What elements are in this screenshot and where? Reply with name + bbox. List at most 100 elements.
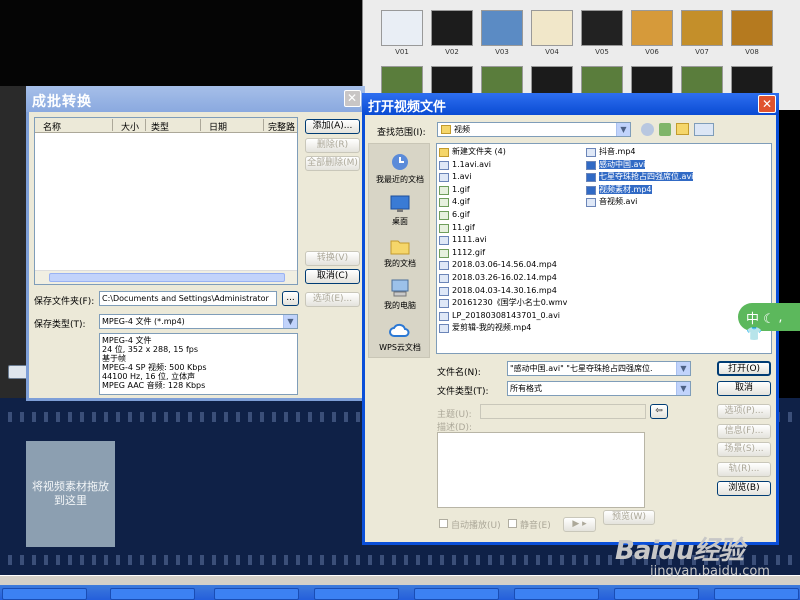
- description-box[interactable]: [437, 432, 645, 508]
- place-wps-cloud[interactable]: WPS云文档: [369, 320, 431, 353]
- media-thumbnail[interactable]: [631, 10, 673, 46]
- mute-checkbox[interactable]: [508, 519, 517, 528]
- scene-button[interactable]: 场景(S)...: [717, 442, 771, 457]
- file-item[interactable]: 新建文件夹 (4): [438, 146, 506, 158]
- col-type[interactable]: 类型: [151, 120, 169, 133]
- add-button[interactable]: 添加(A)...: [305, 119, 360, 134]
- col-path[interactable]: 完整路: [268, 120, 295, 133]
- look-in-select[interactable]: 视频 ▼: [437, 122, 631, 137]
- file-item[interactable]: 爱剪辑-我的视频.mp4: [438, 322, 531, 334]
- play-button[interactable]: ▶ ▸: [563, 517, 596, 532]
- batch-file-list[interactable]: 名称 大小 类型 日期 完整路: [34, 117, 298, 285]
- taskbar-item[interactable]: [110, 588, 195, 600]
- media-thumbnail[interactable]: [431, 10, 473, 46]
- chevron-down-icon[interactable]: ▼: [283, 315, 297, 328]
- col-size[interactable]: 大小: [121, 120, 139, 133]
- place-my-computer[interactable]: 我的电脑: [369, 278, 431, 311]
- horizontal-scrollbar[interactable]: [35, 270, 297, 284]
- delete-all-button[interactable]: 全部删除(M): [305, 156, 360, 171]
- place-desktop[interactable]: 桌面: [369, 194, 431, 227]
- file-item[interactable]: 2018.03.26-16.02.14.mp4: [438, 272, 557, 284]
- preview-button[interactable]: 预览(W): [603, 510, 655, 525]
- col-date[interactable]: 日期: [209, 120, 227, 133]
- file-item[interactable]: 20161230《国学小名士0.wmv: [438, 297, 567, 309]
- cancel-button[interactable]: 取消: [717, 381, 771, 396]
- file-item[interactable]: 1111.avi: [438, 234, 487, 246]
- col-name[interactable]: 名称: [43, 120, 61, 133]
- media-thumbnail[interactable]: [731, 10, 773, 46]
- taskbar-item[interactable]: [314, 588, 399, 600]
- filename-field[interactable]: "感动中国.avi" "七星夺珠抢占四强席位. ▼: [507, 361, 691, 376]
- file-item[interactable]: 6.gif: [438, 209, 470, 221]
- taskbar-item[interactable]: [2, 588, 87, 600]
- save-type-select[interactable]: MPEG-4 文件 (*.mp4) ▼: [99, 314, 298, 329]
- options-button[interactable]: 选项(P)...: [717, 404, 771, 419]
- browse-button[interactable]: 浏览(B): [717, 481, 771, 496]
- file-item[interactable]: 11.gif: [438, 222, 475, 234]
- drop-zone[interactable]: 将视频素材拖放到这里: [26, 441, 115, 547]
- close-icon[interactable]: ✕: [344, 90, 361, 107]
- delete-button[interactable]: 删除(R): [305, 138, 360, 153]
- file-item[interactable]: 音视频.avi: [585, 196, 637, 208]
- scroll-thumb[interactable]: [49, 273, 285, 282]
- autoplay-checkbox[interactable]: [439, 519, 448, 528]
- back-icon[interactable]: [641, 123, 654, 136]
- file-name: 1112.gif: [452, 247, 486, 257]
- file-item[interactable]: 1.1avi.avi: [438, 159, 491, 171]
- file-item[interactable]: 1112.gif: [438, 247, 485, 259]
- file-name: 6.gif: [452, 210, 470, 219]
- image-file-icon: [439, 223, 449, 233]
- up-folder-icon[interactable]: [659, 123, 671, 136]
- taskbar-item[interactable]: [414, 588, 499, 600]
- save-folder-field[interactable]: C:\Documents and Settings\Administrator: [99, 291, 277, 306]
- browse-folder-button[interactable]: ...: [282, 291, 299, 306]
- close-icon[interactable]: ✕: [758, 95, 776, 113]
- taskbar-item[interactable]: [514, 588, 599, 600]
- file-item[interactable]: 1.gif: [438, 184, 470, 196]
- chevron-down-icon[interactable]: ▼: [676, 382, 690, 395]
- thumbnail-label: V05: [595, 48, 609, 56]
- track-button[interactable]: 轨(R)...: [717, 462, 771, 477]
- place-my-documents[interactable]: 我的文档: [369, 236, 431, 269]
- file-name: 20161230《国学小名士0.wmv: [452, 298, 568, 308]
- open-button[interactable]: 打开(O): [717, 361, 771, 376]
- taskbar-item[interactable]: [214, 588, 299, 600]
- file-item[interactable]: 4.gif: [438, 196, 470, 208]
- toolbar-button[interactable]: [8, 365, 28, 379]
- file-item[interactable]: 抖音.mp4: [585, 146, 636, 158]
- info-button[interactable]: 信息(F)...: [717, 424, 771, 439]
- filetype-select[interactable]: 所有格式 ▼: [507, 381, 691, 396]
- arrow-left-icon[interactable]: ⇦: [650, 404, 668, 419]
- file-item[interactable]: 七星夺珠抢占四强席位.avi: [585, 171, 694, 183]
- place-recent[interactable]: 我最近的文档: [369, 152, 431, 185]
- new-folder-icon[interactable]: [676, 123, 689, 135]
- taskbar-item[interactable]: [714, 588, 799, 600]
- thumbnail-label: V07: [695, 48, 709, 56]
- file-name: 1.gif: [452, 184, 470, 194]
- file-item[interactable]: 视频素材.mp4: [585, 184, 652, 196]
- file-item[interactable]: 1.avi: [438, 171, 472, 183]
- options-button[interactable]: 选项(E)...: [305, 292, 360, 307]
- place-label: 我最近的文档: [376, 175, 424, 184]
- col-divider: [145, 119, 146, 131]
- media-thumbnail[interactable]: [481, 10, 523, 46]
- batch-title-bar: 成批转换 ✕: [26, 86, 365, 112]
- media-thumbnail[interactable]: [681, 10, 723, 46]
- file-list[interactable]: 新建文件夹 (4) 1.1avi.avi 1.avi 1.gif 4.gif 6.gif 1…: [436, 143, 772, 354]
- video-file-icon: [586, 148, 596, 157]
- file-item[interactable]: 2018.03.06-14.56.04.mp4: [438, 259, 557, 271]
- subject-field[interactable]: [480, 404, 646, 419]
- media-thumbnail[interactable]: [381, 10, 423, 46]
- view-menu-icon[interactable]: [694, 123, 714, 136]
- chevron-down-icon[interactable]: ▼: [616, 123, 630, 136]
- media-thumbnail[interactable]: [531, 10, 573, 46]
- cancel-button[interactable]: 取消(C): [305, 269, 360, 284]
- file-item[interactable]: 2018.04.03-14.30.16.mp4: [438, 285, 557, 297]
- file-item[interactable]: 感动中国.avi: [585, 159, 646, 171]
- ime-toolbar[interactable]: 中 ☾ ⸴ 👕: [738, 303, 800, 342]
- file-item[interactable]: LP_20180308143701_0.avi: [438, 310, 560, 322]
- taskbar-item[interactable]: [614, 588, 699, 600]
- media-thumbnail[interactable]: [581, 10, 623, 46]
- chevron-down-icon[interactable]: ▼: [676, 362, 690, 375]
- convert-button[interactable]: 转换(V): [305, 251, 360, 266]
